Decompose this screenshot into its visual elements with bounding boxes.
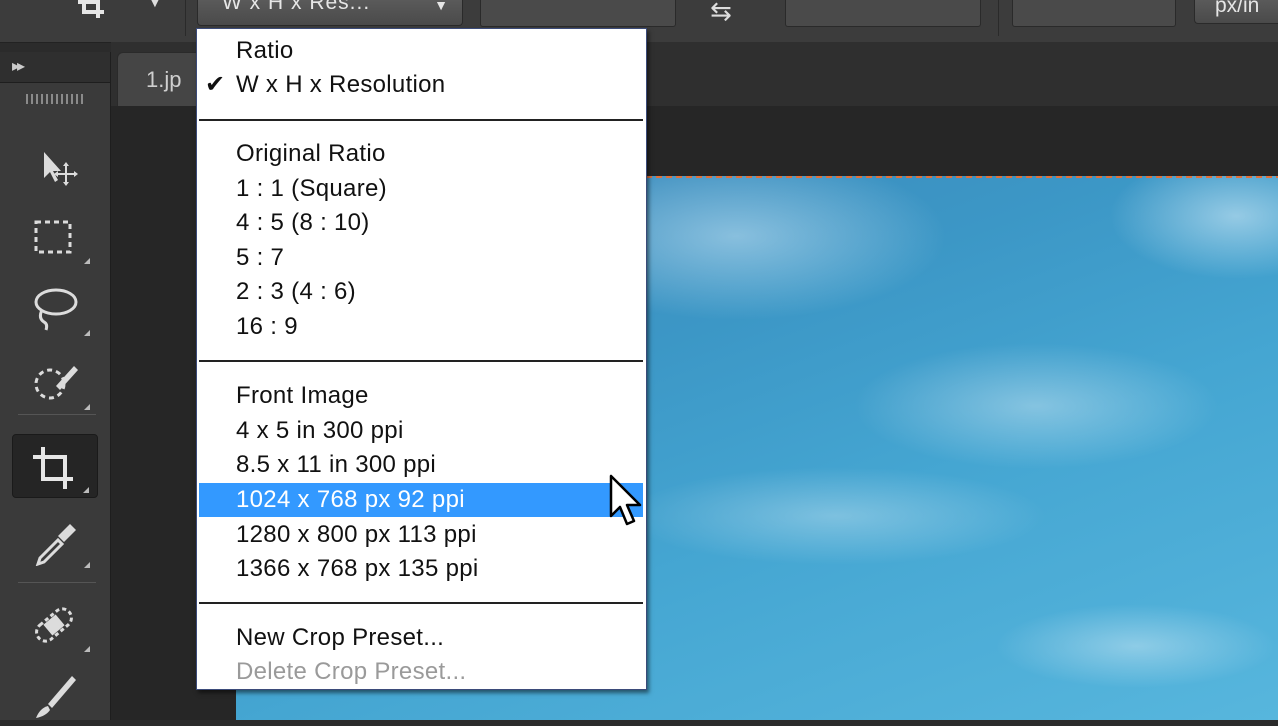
lasso-tool[interactable] bbox=[12, 276, 98, 340]
menu-item-label: 2 : 3 (4 : 6) bbox=[236, 278, 356, 305]
healing-brush-icon bbox=[35, 607, 73, 643]
brush-tool[interactable] bbox=[12, 662, 98, 726]
menu-item-label: W x H x Resolution bbox=[236, 71, 446, 98]
marquee-tool-icon bbox=[34, 220, 72, 254]
menu-separator bbox=[199, 119, 643, 121]
resolution-field[interactable] bbox=[1012, 0, 1176, 27]
chevron-down-icon: ▼ bbox=[148, 0, 162, 10]
menu-item-1280x800-113[interactable]: 1280 x 800 px 113 ppi bbox=[197, 518, 646, 552]
mouse-cursor-icon bbox=[609, 474, 642, 526]
menu-item-label: Front Image bbox=[236, 382, 369, 409]
move-tool[interactable] bbox=[12, 132, 98, 196]
quick-selection-tool[interactable] bbox=[12, 350, 98, 414]
flyout-indicator bbox=[84, 330, 90, 336]
menu-item-new-crop-preset[interactable]: New Crop Preset... bbox=[197, 621, 646, 655]
menu-item-front-image[interactable]: Front Image bbox=[197, 379, 646, 413]
menu-separator bbox=[199, 602, 643, 604]
eyedropper-icon bbox=[35, 524, 76, 566]
panel-grip[interactable] bbox=[26, 94, 84, 104]
menu-item-4-5[interactable]: 4 : 5 (8 : 10) bbox=[197, 206, 646, 240]
flyout-indicator bbox=[84, 404, 90, 410]
menu-item-label: 16 : 9 bbox=[236, 313, 298, 340]
quick-selection-icon bbox=[34, 366, 78, 400]
document-tab-title: 1.jp bbox=[146, 67, 182, 92]
brush-icon bbox=[36, 676, 76, 718]
lasso-tool-icon bbox=[34, 288, 78, 331]
menu-item-delete-crop-preset: Delete Crop Preset... bbox=[197, 655, 646, 689]
height-field[interactable] bbox=[785, 0, 981, 27]
width-field[interactable] bbox=[480, 0, 676, 27]
menu-item-label: 1366 x 768 px 135 ppi bbox=[236, 555, 479, 582]
flyout-indicator bbox=[84, 562, 90, 568]
aspect-ratio-value: W x H x Res... bbox=[222, 0, 371, 14]
tool-preset-picker[interactable]: ▼ bbox=[70, 0, 170, 28]
menu-item-label: Ratio bbox=[236, 37, 294, 64]
menu-item-label: 1280 x 800 px 113 ppi bbox=[236, 521, 477, 548]
divider bbox=[18, 414, 96, 415]
menu-item-label: 5 : 7 bbox=[236, 244, 285, 271]
eyedropper-tool[interactable] bbox=[12, 508, 98, 572]
menu-item-wxhxres[interactable]: ✔ W x H x Resolution bbox=[197, 68, 646, 102]
divider bbox=[998, 0, 999, 36]
menu-item-label: New Crop Preset... bbox=[236, 624, 445, 651]
flyout-indicator bbox=[84, 646, 90, 652]
units-value: px/in bbox=[1215, 0, 1260, 17]
divider bbox=[18, 582, 96, 583]
menu-item-8-5x11-300[interactable]: 8.5 x 11 in 300 ppi bbox=[197, 448, 646, 482]
flyout-indicator bbox=[84, 258, 90, 264]
crop-ratio-menu: Ratio ✔ W x H x Resolution Original Rati… bbox=[196, 28, 647, 690]
tools-panel: ▸▸ bbox=[0, 52, 111, 720]
tools-panel-header: ▸▸ bbox=[0, 52, 110, 83]
menu-item-4x5-300[interactable]: 4 x 5 in 300 ppi bbox=[197, 414, 646, 448]
menu-item-16-9[interactable]: 16 : 9 bbox=[197, 310, 646, 344]
menu-item-label: Delete Crop Preset... bbox=[236, 658, 467, 685]
move-tool-icon bbox=[44, 152, 78, 186]
menu-item-5-7[interactable]: 5 : 7 bbox=[197, 241, 646, 275]
menu-item-label: 1 : 1 (Square) bbox=[236, 175, 387, 202]
resolution-units-select[interactable]: px/in bbox=[1194, 0, 1278, 24]
collapse-icon[interactable]: ▸▸ bbox=[12, 56, 25, 76]
menu-item-label: 4 x 5 in 300 ppi bbox=[236, 417, 404, 444]
divider bbox=[185, 0, 186, 36]
menu-item-ratio[interactable]: Ratio bbox=[197, 34, 646, 68]
checkmark-icon: ✔ bbox=[205, 71, 226, 98]
menu-item-label: 1024 x 768 px 92 ppi bbox=[236, 486, 465, 513]
crop-tool[interactable] bbox=[12, 434, 98, 498]
crop-tool-preset-icon bbox=[78, 0, 104, 18]
menu-item-1-1[interactable]: 1 : 1 (Square) bbox=[197, 172, 646, 206]
swap-arrow-icon[interactable]: ⇆ bbox=[710, 0, 732, 27]
menu-separator bbox=[199, 360, 643, 362]
menu-item-label: 4 : 5 (8 : 10) bbox=[236, 209, 370, 236]
menu-item-2-3[interactable]: 2 : 3 (4 : 6) bbox=[197, 275, 646, 309]
rectangular-marquee-tool[interactable] bbox=[12, 204, 98, 268]
healing-brush-tool[interactable] bbox=[12, 592, 98, 656]
menu-item-original-ratio[interactable]: Original Ratio bbox=[197, 137, 646, 171]
aspect-ratio-select[interactable]: W x H x Res... ▼ bbox=[197, 0, 463, 26]
menu-item-1024x768-92[interactable]: 1024 x 768 px 92 ppi bbox=[199, 483, 643, 517]
flyout-indicator bbox=[83, 487, 89, 493]
menu-item-label: 8.5 x 11 in 300 ppi bbox=[236, 451, 437, 478]
menu-item-1366x768-135[interactable]: 1366 x 768 px 135 ppi bbox=[197, 552, 646, 586]
crop-tool-icon bbox=[33, 447, 73, 489]
chevron-down-icon: ▼ bbox=[434, 0, 448, 13]
menu-item-label: Original Ratio bbox=[236, 140, 386, 167]
